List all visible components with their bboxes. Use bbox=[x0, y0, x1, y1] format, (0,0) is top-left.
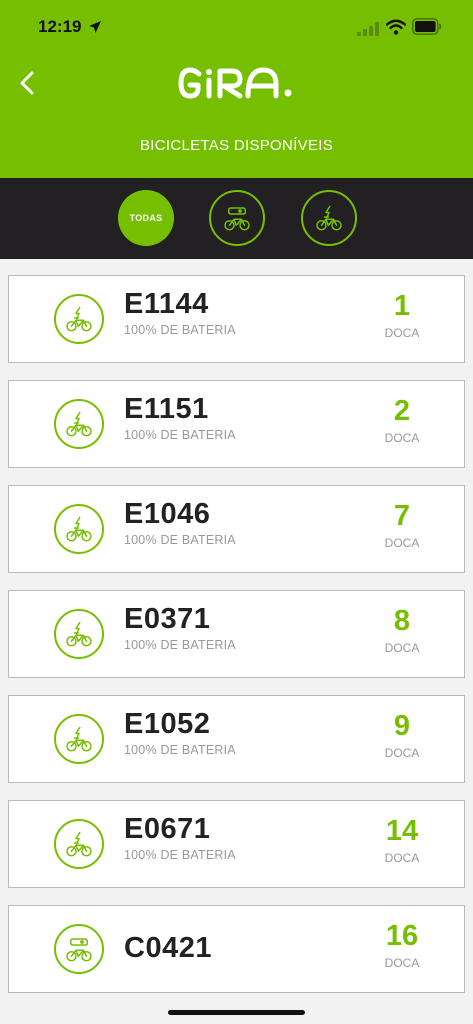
filter-bar: TODAS bbox=[0, 178, 473, 259]
dock-number: 8 bbox=[393, 605, 411, 637]
home-indicator bbox=[168, 1010, 305, 1015]
dock-number: 14 bbox=[385, 815, 419, 847]
classic-bike-icon bbox=[54, 924, 104, 974]
electric-bike-icon-glyph bbox=[64, 726, 94, 753]
electric-bike-icon-glyph bbox=[64, 306, 94, 333]
battery-level: 100% DE BATERIA bbox=[124, 533, 236, 547]
dock-label: DOCA bbox=[384, 956, 420, 970]
location-arrow-icon bbox=[89, 21, 101, 33]
app-header: 12:19 BICICLETAS DISPONÍVEIS bbox=[0, 0, 473, 178]
bike-list-item[interactable]: E1151 100% DE BATERIA 2 DOCA bbox=[8, 380, 465, 468]
wifi-icon bbox=[386, 19, 406, 35]
filter-electric-bike-button[interactable] bbox=[301, 190, 357, 246]
electric-bike-icon-glyph bbox=[64, 516, 94, 543]
electric-bike-icon bbox=[54, 399, 104, 449]
dock-label: DOCA bbox=[384, 746, 420, 760]
gira-logo bbox=[178, 67, 292, 99]
dock-number: 16 bbox=[385, 920, 419, 952]
battery-level: 100% DE BATERIA bbox=[124, 638, 236, 652]
bike-id: E1151 bbox=[124, 393, 209, 425]
dock-label: DOCA bbox=[384, 431, 420, 445]
chevron-left-icon bbox=[20, 71, 34, 95]
electric-bike-icon-glyph bbox=[64, 411, 94, 438]
dock-number: 7 bbox=[393, 500, 411, 532]
battery-level: 100% DE BATERIA bbox=[124, 743, 236, 757]
bike-id: E1144 bbox=[124, 288, 209, 320]
status-time: 12:19 bbox=[38, 17, 82, 36]
dock-number: 9 bbox=[393, 710, 411, 742]
bike-list-item[interactable]: E0371 100% DE BATERIA 8 DOCA bbox=[8, 590, 465, 678]
battery-level: 100% DE BATERIA bbox=[124, 428, 236, 442]
dock-number: 1 bbox=[393, 290, 411, 322]
electric-bike-icon bbox=[54, 504, 104, 554]
electric-bike-icon bbox=[54, 609, 104, 659]
bike-id: E0671 bbox=[124, 813, 211, 845]
page-title: BICICLETAS DISPONÍVEIS bbox=[139, 137, 334, 154]
battery-level: 100% DE BATERIA bbox=[124, 323, 236, 337]
electric-bike-icon bbox=[54, 294, 104, 344]
bike-list-item[interactable]: E0671 100% DE BATERIA 14 DOCA bbox=[8, 800, 465, 888]
bike-list-item[interactable]: E1046 100% DE BATERIA 7 DOCA bbox=[8, 485, 465, 573]
status-bar: 12:19 bbox=[0, 0, 473, 54]
bike-id: C0421 bbox=[124, 932, 212, 964]
dock-number: 2 bbox=[393, 395, 411, 427]
bike-id: E0371 bbox=[124, 603, 211, 635]
classic-bike-icon-glyph bbox=[64, 936, 94, 963]
bike-list-item[interactable]: E1052 100% DE BATERIA 9 DOCA bbox=[8, 695, 465, 783]
dock-label: DOCA bbox=[384, 326, 420, 340]
bike-list-item[interactable]: E1144 100% DE BATERIA 1 DOCA bbox=[8, 275, 465, 363]
classic-bike-icon bbox=[222, 205, 252, 232]
battery-level: 100% DE BATERIA bbox=[124, 848, 236, 862]
filter-classic-bike-button[interactable] bbox=[209, 190, 265, 246]
bike-id: E1046 bbox=[124, 498, 211, 530]
electric-bike-icon bbox=[54, 714, 104, 764]
dock-label: DOCA bbox=[384, 851, 420, 865]
bike-id: E1052 bbox=[124, 708, 211, 740]
electric-bike-icon bbox=[314, 205, 344, 232]
filter-all-button[interactable]: TODAS bbox=[118, 190, 174, 246]
cellular-signal-icon bbox=[357, 22, 379, 36]
bike-list-item[interactable]: C0421 16 DOCA bbox=[8, 905, 465, 993]
back-button[interactable] bbox=[12, 66, 42, 100]
electric-bike-icon-glyph bbox=[64, 831, 94, 858]
electric-bike-icon-glyph bbox=[64, 621, 94, 648]
dock-label: DOCA bbox=[384, 536, 420, 550]
dock-label: DOCA bbox=[384, 641, 420, 655]
battery-icon bbox=[412, 18, 442, 35]
electric-bike-icon bbox=[54, 819, 104, 869]
